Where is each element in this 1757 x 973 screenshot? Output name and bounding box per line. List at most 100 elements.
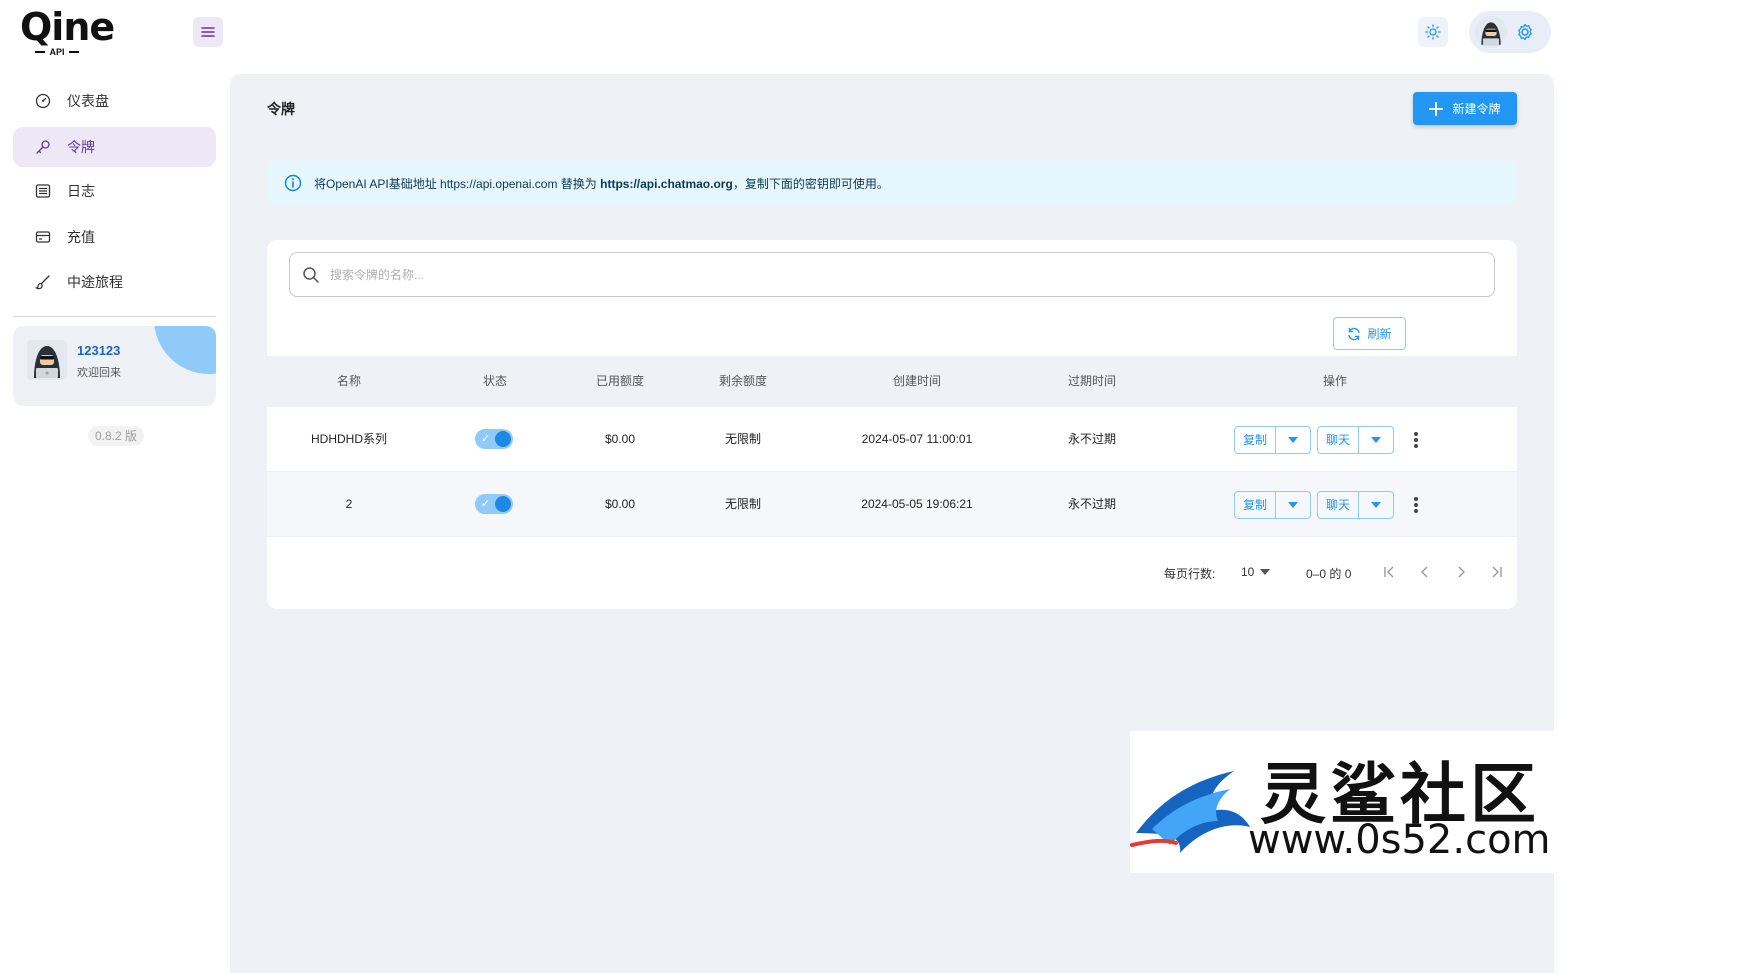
user-name: 123123: [77, 343, 121, 358]
sidebar-item-label: 令牌: [67, 139, 95, 155]
status-toggle[interactable]: ✓: [475, 429, 513, 449]
chat-button[interactable]: 聊天: [1318, 427, 1359, 453]
caret-down-icon: [1371, 437, 1381, 443]
column-header-expires: 过期时间: [1067, 374, 1117, 388]
alert-text: 将OpenAI API基础地址 https://api.openai.com 替…: [314, 176, 889, 191]
sidebar-item-dashboard[interactable]: 仪表盘: [13, 81, 216, 121]
next-page-icon[interactable]: [1449, 560, 1473, 584]
copy-dropdown-button[interactable]: [1276, 427, 1310, 453]
version-badge: 0.8.2 版: [88, 426, 145, 446]
sidebar-item-label: 充值: [67, 229, 95, 245]
sidebar-item-label: 中途旅程: [67, 274, 123, 290]
refresh-button[interactable]: 刷新: [1333, 317, 1406, 350]
column-header-created: 创建时间: [892, 374, 942, 388]
theme-toggle-button[interactable]: [1418, 17, 1448, 47]
sidebar-item-midjourney[interactable]: 中途旅程: [13, 262, 216, 302]
rows-per-page-label: 每页行数:: [1164, 567, 1216, 581]
app-root: Qine API 仪表盘 令牌 日志 充值 中途旅程 123123 欢迎回来 0…: [0, 0, 1757, 973]
caret-down-icon: [1371, 502, 1381, 508]
status-toggle[interactable]: ✓: [475, 494, 513, 514]
alert-url: https://api.chatmao.org: [600, 176, 733, 191]
copy-split-button: 复制: [1234, 426, 1311, 454]
new-token-label: 新建令牌: [1452, 102, 1501, 116]
logo-subtitle: API: [49, 47, 65, 57]
watermark: 灵鲨社区 www.0s52.com: [1130, 731, 1554, 873]
search-icon: [303, 266, 319, 283]
logo-text: Qine: [20, 5, 115, 49]
rows-per-page-value: 10: [1241, 565, 1255, 579]
sidebar-item-tokens[interactable]: 令牌: [13, 127, 216, 167]
copy-dropdown-button[interactable]: [1276, 492, 1310, 518]
refresh-icon: [1348, 327, 1361, 340]
log-icon: [35, 184, 51, 198]
info-icon: [284, 174, 302, 192]
sidebar-item-label: 仪表盘: [67, 93, 109, 109]
table-row: HDHDHD系列 ✓ $0.00 无限制 2024-05-07 11:00:01…: [267, 407, 1517, 472]
column-header-name: 名称: [336, 374, 362, 388]
page-title: 令牌: [267, 101, 295, 117]
search-field[interactable]: [289, 252, 1495, 297]
plus-icon: [1429, 101, 1444, 116]
search-input[interactable]: [330, 267, 1430, 282]
used-quota: $0.00: [604, 497, 636, 511]
brush-icon: [35, 275, 50, 290]
avatar: [1475, 16, 1507, 48]
gear-icon[interactable]: [1515, 22, 1535, 42]
refresh-label: 刷新: [1367, 327, 1392, 341]
watermark-url: www.0s52.com: [1248, 817, 1551, 863]
chat-button[interactable]: 聊天: [1318, 492, 1359, 518]
sidebar-item-recharge[interactable]: 充值: [13, 217, 216, 257]
sidebar-item-label: 日志: [67, 183, 95, 199]
copy-split-button: 复制: [1234, 491, 1311, 519]
column-header-remaining: 剩余额度: [718, 374, 768, 388]
chat-dropdown-button[interactable]: [1359, 492, 1393, 518]
expire-time: 永不过期: [1067, 432, 1117, 446]
last-page-icon[interactable]: [1485, 560, 1509, 584]
created-time: 2024-05-07 11:00:01: [861, 432, 973, 446]
menu-toggle-button[interactable]: [193, 17, 223, 47]
caret-down-icon: [1260, 569, 1271, 575]
avatar: [27, 340, 67, 380]
wallet-icon: [35, 231, 51, 243]
previous-page-icon[interactable]: [1413, 560, 1437, 584]
token-name: 2: [345, 497, 353, 511]
user-welcome: 欢迎回来: [77, 367, 121, 379]
column-header-status: 状态: [482, 374, 508, 388]
sidebar-divider: [13, 316, 216, 317]
copy-button[interactable]: 复制: [1235, 427, 1276, 453]
sidebar: 仪表盘 令牌 日志 充值 中途旅程 123123 欢迎回来 0.8.2 版: [0, 74, 230, 973]
table-row: 2 ✓ $0.00 无限制 2024-05-05 19:06:21 永不过期 复…: [267, 472, 1517, 537]
more-options-icon[interactable]: [1410, 494, 1422, 516]
sidebar-item-logs[interactable]: 日志: [13, 171, 216, 211]
caret-down-icon: [1288, 437, 1298, 443]
first-page-icon[interactable]: [1377, 560, 1401, 584]
chat-split-button: 聊天: [1317, 491, 1394, 519]
new-token-button[interactable]: 新建令牌: [1413, 92, 1517, 125]
dashboard-icon: [35, 93, 51, 109]
pagination-range: 0–0 的 0: [1306, 567, 1352, 581]
rows-per-page-select[interactable]: 10: [1241, 560, 1271, 584]
used-quota: $0.00: [604, 432, 636, 446]
column-header-actions: 操作: [1322, 374, 1348, 388]
remaining-quota: 无限制: [724, 497, 762, 511]
copy-button[interactable]: 复制: [1235, 492, 1276, 518]
info-alert: 将OpenAI API基础地址 https://api.openai.com 替…: [267, 161, 1517, 205]
token-name: HDHDHD系列: [311, 432, 387, 446]
user-card: 123123 欢迎回来: [13, 326, 216, 406]
logo: Qine API: [20, 5, 115, 62]
expire-time: 永不过期: [1067, 497, 1117, 511]
hamburger-icon: [201, 27, 215, 37]
created-time: 2024-05-05 19:06:21: [861, 497, 973, 511]
shark-logo-icon: [1130, 771, 1250, 853]
sun-icon: [1425, 24, 1441, 40]
key-icon: [36, 140, 50, 154]
table-header: 名称 状态 已用额度 剩余额度 创建时间 过期时间 操作: [267, 356, 1517, 407]
chat-split-button: 聊天: [1317, 426, 1394, 454]
column-header-used: 已用额度: [595, 374, 645, 388]
more-options-icon[interactable]: [1410, 429, 1422, 451]
chat-dropdown-button[interactable]: [1359, 427, 1393, 453]
pagination: 每页行数: 10 0–0 的 0: [267, 560, 1517, 584]
profile-menu[interactable]: [1469, 11, 1551, 53]
tokens-card: 刷新 名称 状态 已用额度 剩余额度 创建时间 过期时间 操作 HDHDHD系列…: [267, 240, 1517, 609]
caret-down-icon: [1288, 502, 1298, 508]
